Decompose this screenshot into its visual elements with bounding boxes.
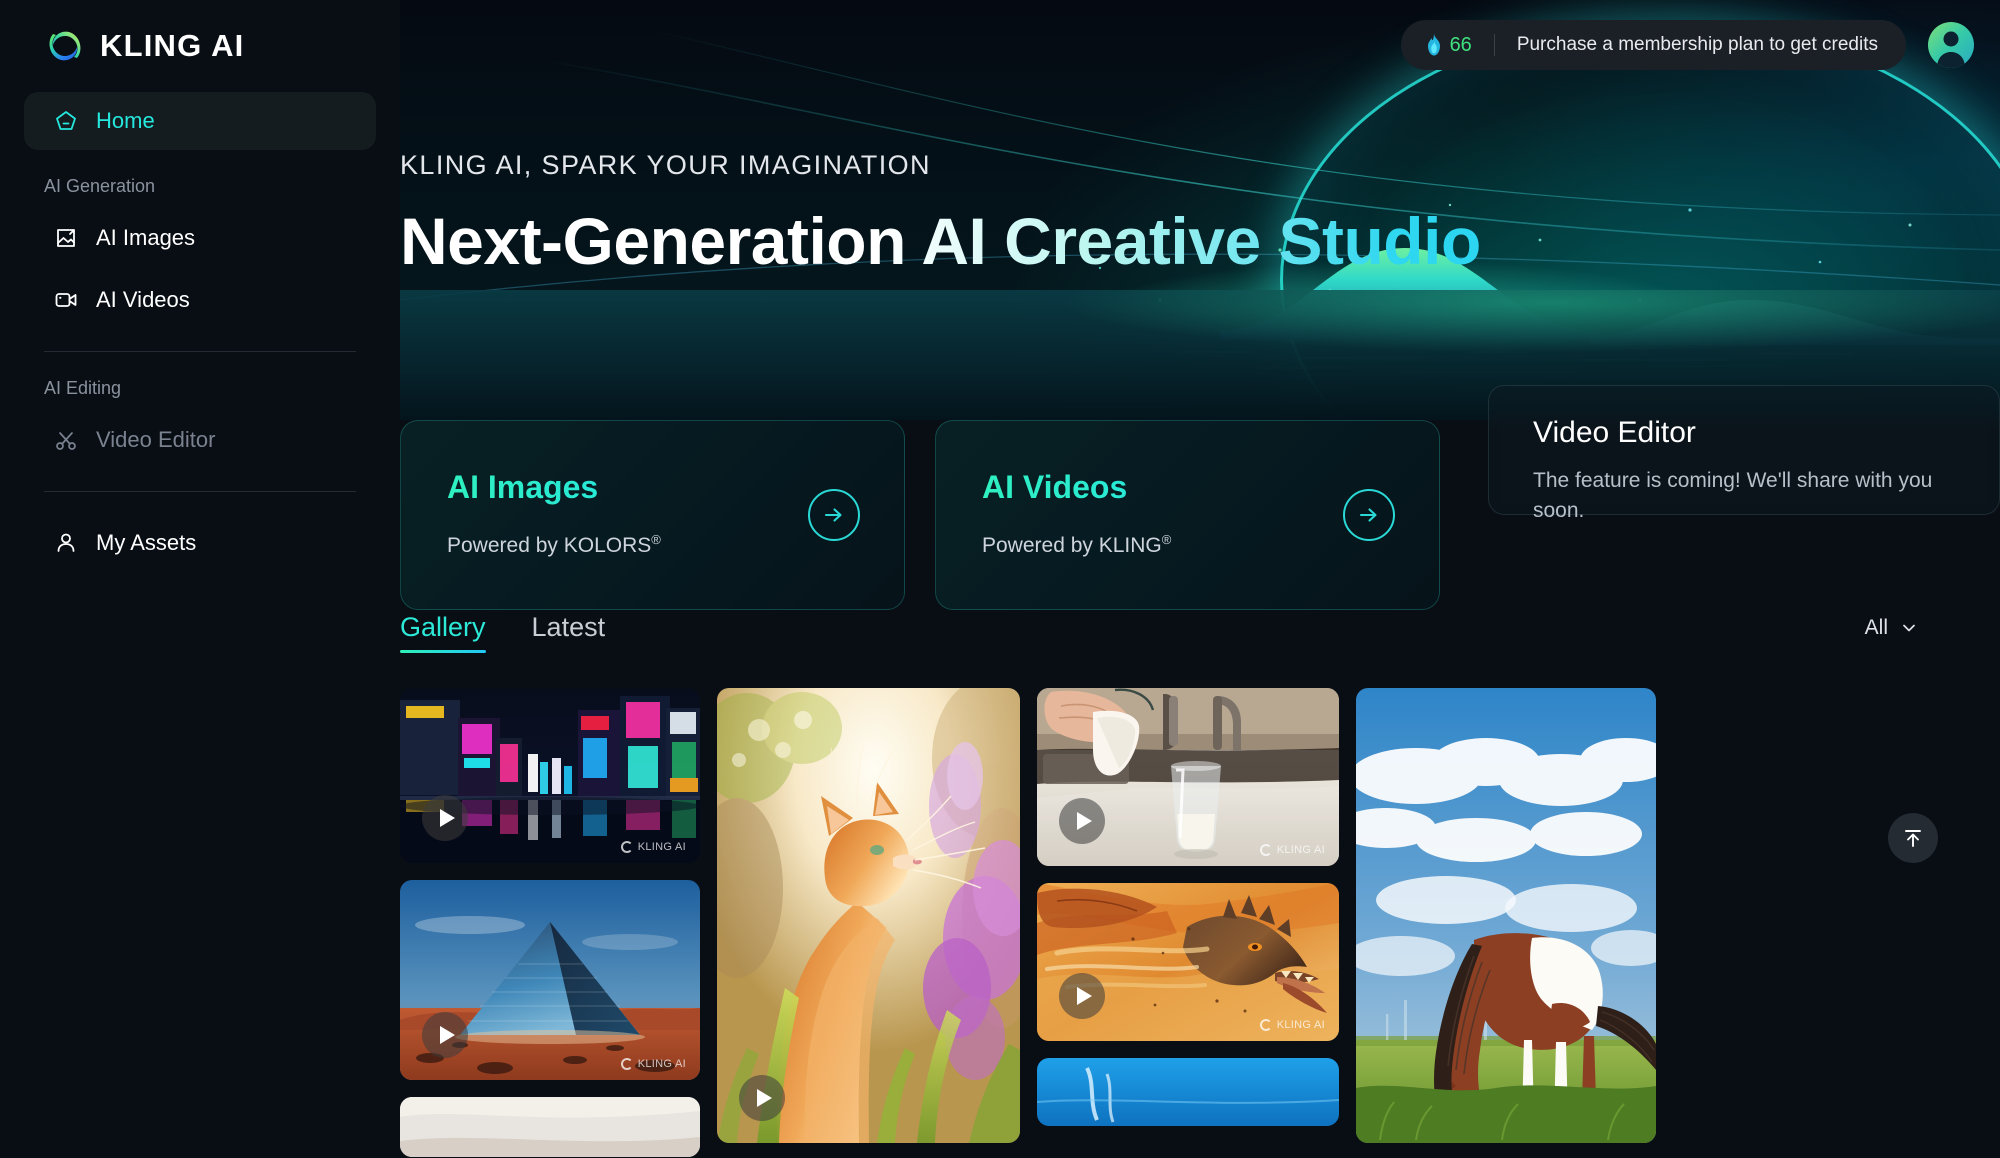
hero-kicker: KLING AI, SPARK YOUR IMAGINATION <box>400 150 931 180</box>
arrow-up-icon <box>1905 830 1921 847</box>
sidebar-item-home-label: Home <box>96 108 155 133</box>
gallery-tabs-row: Gallery Latest All <box>400 612 2000 653</box>
sidebar-divider-2 <box>44 491 356 492</box>
watermark: KLING AI <box>620 1058 686 1070</box>
watermark-icon <box>620 841 633 853</box>
gallery-item-city[interactable]: KLING AI <box>400 688 700 863</box>
sidebar-item-my-assets-label: My Assets <box>96 530 197 555</box>
watermark-text: KLING AI <box>1276 1019 1325 1031</box>
ai-images-card-title: AI Images <box>447 469 862 506</box>
watermark-icon <box>620 1058 633 1070</box>
ai-images-card-subtitle: Powered by KOLORS® <box>447 532 862 558</box>
watermark-icon <box>1259 1019 1272 1031</box>
beach-wave-thumbnail <box>400 1097 700 1157</box>
credits-count: 66 <box>1449 33 1472 56</box>
scissors-icon <box>56 432 76 450</box>
play-button[interactable] <box>422 795 468 841</box>
play-button[interactable] <box>422 1012 468 1058</box>
gallery-item-cat[interactable] <box>717 688 1020 1143</box>
ai-videos-arrow-button[interactable] <box>1343 489 1395 541</box>
gallery-grid: KLING AI KLING AI KLING AI KLING AI <box>400 688 2000 1158</box>
video-editor-teaser-description: The feature is coming! We'll share with … <box>1533 469 1933 523</box>
watermark: KLING AI <box>1259 1019 1325 1031</box>
watermark-text: KLING AI <box>637 841 686 853</box>
sidebar-item-ai-videos[interactable]: AI Videos <box>24 271 376 329</box>
sidebar-divider-1 <box>44 351 356 352</box>
purchase-membership-label: Purchase a membership plan to get credit… <box>1516 34 1878 55</box>
hero-text: KLING AI, SPARK YOUR IMAGINATION Next-Ge… <box>400 150 2000 279</box>
ai-images-powered-by: Powered by KOLORS <box>447 534 652 557</box>
tab-latest[interactable]: Latest <box>532 612 606 653</box>
sidebar-section-ai-editing: AI Editing <box>44 378 122 398</box>
arrow-right-icon <box>824 508 842 522</box>
watermark: KLING AI <box>1259 844 1325 856</box>
person-icon <box>57 533 75 552</box>
play-button[interactable] <box>1059 798 1105 844</box>
gallery-filter-dropdown[interactable]: All <box>1865 616 1918 640</box>
home-pentagon-icon <box>56 111 76 130</box>
pill-divider <box>1493 34 1495 56</box>
image-icon <box>57 229 75 247</box>
ai-images-trademark: ® <box>651 532 661 547</box>
sidebar-item-video-editor[interactable]: Video Editor <box>24 411 376 469</box>
arrow-right-icon <box>1359 508 1377 522</box>
ocean-water-thumbnail <box>1037 1058 1339 1126</box>
sidebar-item-ai-images[interactable]: AI Images <box>24 209 376 267</box>
ai-images-arrow-button[interactable] <box>808 489 860 541</box>
ai-videos-card-title: AI Videos <box>982 469 1397 506</box>
sidebar-item-ai-videos-label: AI Videos <box>96 287 190 312</box>
tab-gallery[interactable]: Gallery <box>400 612 486 653</box>
play-button[interactable] <box>739 1075 785 1121</box>
watermark-icon <box>1259 844 1272 856</box>
play-button[interactable] <box>1059 973 1105 1019</box>
grazing-horse-thumbnail <box>1356 688 1656 1143</box>
gallery-column-3: KLING AI KLING AI <box>1037 688 1339 1158</box>
ai-images-card[interactable]: AI Images Powered by KOLORS® <box>400 420 905 610</box>
flame-icon <box>1427 34 1440 56</box>
gallery-column-1: KLING AI KLING AI <box>400 688 700 1158</box>
ai-videos-card[interactable]: AI Videos Powered by KLING® <box>935 420 1440 610</box>
ai-videos-card-subtitle: Powered by KLING® <box>982 532 1397 558</box>
brand-name: KLING AI <box>100 28 245 63</box>
gallery-item-dragon[interactable]: KLING AI <box>1037 883 1339 1041</box>
user-avatar-icon <box>1937 31 1965 68</box>
watermark-text: KLING AI <box>637 1058 686 1070</box>
header-right-group: 66 Purchase a membership plan to get cre… <box>1400 20 1974 70</box>
ai-videos-powered-by: Powered by KLING <box>982 534 1162 557</box>
credits-purchase-pill[interactable]: 66 Purchase a membership plan to get cre… <box>1400 20 1906 70</box>
gallery-item-horse[interactable] <box>1356 688 1656 1143</box>
sidebar-item-video-editor-label: Video Editor <box>96 427 216 452</box>
gallery-item-beach[interactable] <box>400 1097 700 1157</box>
sidebar-item-my-assets[interactable]: My Assets <box>24 514 376 572</box>
page-title: Next-Generation AI Creative Studio <box>400 203 2000 279</box>
gallery-column-2 <box>717 688 1020 1158</box>
kling-ai-home-page: KLING AI 66 Purchase a membership plan t… <box>0 0 2000 1158</box>
video-editor-teaser-title: Video Editor <box>1533 416 1696 449</box>
sidebar: Home AI Generation AI Images AI Videos A… <box>0 92 400 1158</box>
avatar[interactable] <box>1928 22 1974 68</box>
brand-logo[interactable]: KLING AI <box>44 25 245 67</box>
sidebar-section-ai-generation: AI Generation <box>44 176 156 196</box>
chevron-down-icon <box>1903 624 1915 632</box>
watermark: KLING AI <box>620 841 686 853</box>
gallery-filter-value: All <box>1864 616 1888 639</box>
video-editor-teaser-card: Video Editor The feature is coming! We'l… <box>1488 385 2000 522</box>
ai-videos-trademark: ® <box>1161 532 1172 547</box>
gallery-item-milk[interactable]: KLING AI <box>1037 688 1339 866</box>
scroll-to-top-button[interactable] <box>1888 813 1938 863</box>
top-header-bar: KLING AI 66 Purchase a membership plan t… <box>0 0 2000 92</box>
sidebar-item-ai-images-label: AI Images <box>96 225 196 250</box>
watermark-text: KLING AI <box>1276 844 1325 856</box>
gallery-column-4 <box>1356 688 1656 1158</box>
kling-infinity-logo-icon <box>44 25 86 67</box>
gallery-item-ocean[interactable] <box>1037 1058 1339 1126</box>
video-camera-icon <box>55 293 77 307</box>
gallery-item-pyramid[interactable]: KLING AI <box>400 880 700 1080</box>
main-content: KLING AI, SPARK YOUR IMAGINATION Next-Ge… <box>400 0 2000 1158</box>
sidebar-item-home[interactable]: Home <box>24 92 376 150</box>
